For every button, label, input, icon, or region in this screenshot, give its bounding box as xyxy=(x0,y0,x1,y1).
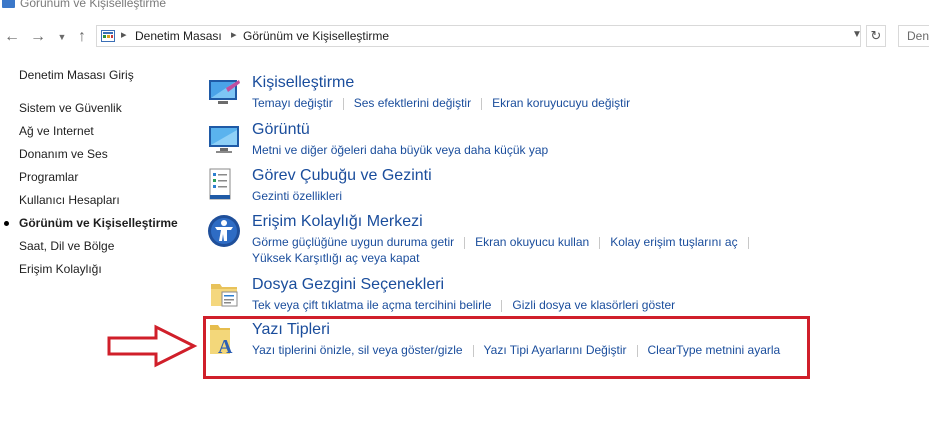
link-optimize-visual-display[interactable]: Görme güçlüğüne uygun duruma getir xyxy=(252,235,454,249)
folder-options-icon xyxy=(211,284,238,307)
breadcrumb-appearance[interactable]: Görünüm ve Kişiselleştirme xyxy=(243,29,389,43)
search-input[interactable]: Den xyxy=(898,25,929,47)
ease-of-access-icon xyxy=(208,215,240,247)
breadcrumb-separator: ▸ xyxy=(231,29,237,41)
divider xyxy=(464,236,466,249)
forward-arrow-icon[interactable]: → xyxy=(28,26,48,48)
category-title[interactable]: Kişiselleştirme xyxy=(252,74,354,92)
annotation-arrow-icon xyxy=(107,324,198,368)
link-turn-on-easy-access-keys[interactable]: Kolay erişim tuşlarını aç xyxy=(610,235,737,249)
category-links: Temayı değiştir Ses efektlerini değiştir E… xyxy=(252,96,630,110)
sidebar-item-clock-language[interactable]: Saat, Dil ve Bölge xyxy=(19,239,114,253)
link-navigation-properties[interactable]: Gezinti özellikleri xyxy=(252,189,342,203)
divider xyxy=(599,236,601,249)
link-change-theme[interactable]: Temayı değiştir xyxy=(252,96,333,110)
category-links: Metni ve diğer öğeleri daha büyük veya d… xyxy=(252,143,548,157)
sidebar-item-user-accounts[interactable]: Kullanıcı Hesapları xyxy=(19,193,120,207)
sidebar-item-system-security[interactable]: Sistem ve Güvenlik xyxy=(19,101,122,115)
address-bar[interactable]: ▸ Denetim Masası ▸ Görünüm ve Kişiselleş… xyxy=(96,25,861,47)
link-change-sound-effects[interactable]: Ses efektlerini değiştir xyxy=(354,96,471,110)
highlight-box xyxy=(203,316,810,379)
link-single-double-click[interactable]: Tek veya çift tıklatma ile açma tercihin… xyxy=(252,298,491,312)
display-icon xyxy=(209,126,239,153)
breadcrumb-separator: ▸ xyxy=(121,29,127,41)
link-text-size[interactable]: Metni ve diğer öğeleri daha büyük veya d… xyxy=(252,143,548,157)
category-links: Yüksek Karşıtlığı aç veya kapat xyxy=(252,251,419,265)
control-panel-icon xyxy=(2,0,15,8)
divider xyxy=(342,97,344,110)
sidebar-item-network[interactable]: Ağ ve Internet xyxy=(19,124,94,138)
address-dropdown-icon[interactable]: ▼ xyxy=(852,29,862,40)
navigation-bar: ← → ▼ ↑ ▸ Denetim Masası ▸ Görünüm ve Ki… xyxy=(0,24,929,50)
category-title[interactable]: Görev Çubuğu ve Gezinti xyxy=(252,167,432,185)
chevron-down-icon[interactable]: ▼ xyxy=(52,26,72,48)
taskbar-icon xyxy=(209,168,231,200)
title-bar: Görünüm ve Kişiselleştirme xyxy=(0,0,929,12)
sidebar-item-hardware-sound[interactable]: Donanım ve Ses xyxy=(19,147,108,161)
breadcrumb-control-panel[interactable]: Denetim Masası xyxy=(135,29,222,43)
link-change-screen-saver[interactable]: Ekran koruyucuyu değiştir xyxy=(492,96,630,110)
category-links: Tek veya çift tıklatma ile açma tercihin… xyxy=(252,298,675,312)
active-item-bullet xyxy=(4,221,9,226)
divider xyxy=(747,236,749,249)
divider xyxy=(481,97,483,110)
sidebar-item-appearance[interactable]: Görünüm ve Kişiselleştirme xyxy=(19,216,178,230)
sidebar-item-programs[interactable]: Programlar xyxy=(19,170,78,184)
control-panel-icon xyxy=(101,30,115,42)
divider xyxy=(501,299,503,312)
sidebar-item-ease-of-access[interactable]: Erişim Kolaylığı xyxy=(19,262,102,276)
link-use-screen-reader[interactable]: Ekran okuyucu kullan xyxy=(475,235,589,249)
refresh-icon[interactable]: ↻ xyxy=(866,25,886,47)
personalization-icon xyxy=(209,80,240,104)
category-title[interactable]: Erişim Kolaylığı Merkezi xyxy=(252,213,423,231)
link-show-hidden-files[interactable]: Gizli dosya ve klasörleri göster xyxy=(512,298,675,312)
category-title[interactable]: Dosya Gezgini Seçenekleri xyxy=(252,276,444,294)
up-arrow-icon[interactable]: ↑ xyxy=(72,26,92,48)
sidebar-home-link[interactable]: Denetim Masası Giriş xyxy=(19,68,134,82)
category-title[interactable]: Görüntü xyxy=(252,121,310,139)
category-links: Gezinti özellikleri xyxy=(252,189,342,203)
link-high-contrast[interactable]: Yüksek Karşıtlığı aç veya kapat xyxy=(252,251,419,265)
window-title: Görünüm ve Kişiselleştirme xyxy=(20,0,167,10)
category-links: Görme güçlüğüne uygun duruma getir Ekran … xyxy=(252,235,759,249)
back-arrow-icon[interactable]: ← xyxy=(2,26,22,48)
